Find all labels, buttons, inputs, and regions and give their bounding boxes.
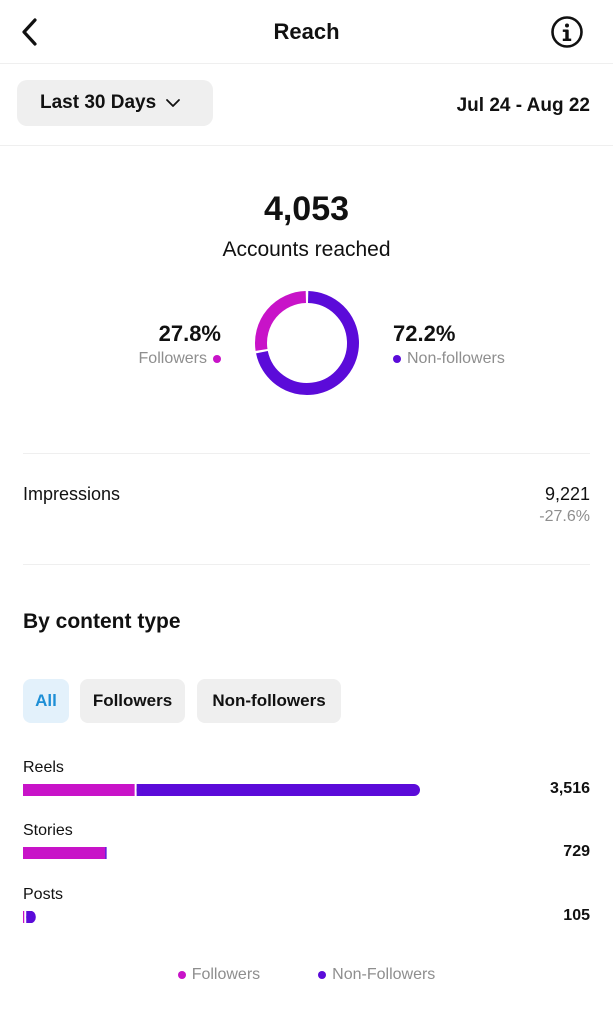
info-icon bbox=[551, 16, 583, 48]
info-button[interactable] bbox=[550, 15, 584, 49]
content-bar-posts bbox=[23, 911, 36, 923]
followers-dot bbox=[177, 971, 186, 979]
content-row-value-reels: 3,516 bbox=[549, 780, 590, 797]
non-followers-percent: 72.2% bbox=[393, 321, 456, 346]
content-row-label-posts: Posts bbox=[23, 886, 64, 903]
bar-segment-non-followers-edge bbox=[136, 784, 143, 796]
bar-segment-non-followers bbox=[105, 847, 107, 859]
content-row-label-reels: Reels bbox=[23, 759, 64, 776]
divider bbox=[23, 564, 590, 565]
non-followers-dot bbox=[318, 971, 327, 979]
bar-segment-followers bbox=[23, 784, 135, 796]
impressions-label: Impressions bbox=[23, 484, 121, 504]
non-followers-legend: Non-followers bbox=[393, 350, 505, 368]
impressions-value: 9,221 bbox=[544, 484, 590, 504]
date-range-dropdown[interactable]: Last 30 Days bbox=[17, 80, 213, 126]
date-range-dates: Jul 24 - Aug 22 bbox=[456, 95, 590, 116]
chevron-down-icon bbox=[165, 98, 181, 108]
impressions-change: -27.6% bbox=[539, 508, 590, 525]
reach-donut-chart bbox=[255, 291, 359, 395]
bar-segment-followers bbox=[23, 847, 106, 859]
accounts-reached-label: Accounts reached bbox=[222, 238, 391, 261]
section-title-content-type: By content type bbox=[23, 610, 181, 633]
non-followers-dot bbox=[393, 355, 401, 363]
date-range-label: Last 30 Days bbox=[40, 92, 157, 113]
bar-segment-followers bbox=[23, 911, 25, 923]
followers-legend-label: Followers bbox=[138, 350, 207, 367]
non-followers-stat: 72.2% Non-followers bbox=[393, 322, 505, 368]
accounts-reached-total: 4,053 bbox=[263, 190, 350, 228]
non-followers-legend-label: Non-followers bbox=[407, 350, 505, 367]
followers-legend: Followers bbox=[139, 350, 221, 368]
filter-chip-followers[interactable]: Followers bbox=[80, 679, 185, 723]
donut-segment-followers bbox=[255, 291, 307, 351]
legend-label-non-followers: Non-Followers bbox=[332, 966, 436, 983]
content-row-value-posts: 105 bbox=[563, 907, 590, 924]
top-bar: Reach bbox=[0, 0, 613, 64]
page-title: Reach bbox=[273, 19, 340, 44]
followers-percent: 27.8% bbox=[158, 321, 221, 346]
content-bar-reels bbox=[23, 784, 420, 796]
bar-segment-non-followers bbox=[136, 784, 420, 796]
legend-label-followers: Followers bbox=[191, 966, 261, 983]
legend-item-followers: Followers bbox=[177, 966, 261, 984]
filter-chip-non-followers[interactable]: Non-followers bbox=[197, 679, 341, 723]
content-row-value-stories: 729 bbox=[563, 843, 590, 860]
bar-segment-non-followers-edge bbox=[26, 911, 33, 923]
chart-legend: Followers Non-Followers bbox=[0, 966, 613, 984]
followers-dot bbox=[213, 355, 221, 363]
legend-item-non-followers: Non-Followers bbox=[318, 966, 435, 984]
content-bar-stories bbox=[23, 847, 107, 859]
divider bbox=[23, 453, 590, 454]
followers-stat: 27.8% Followers bbox=[139, 322, 221, 368]
filter-chip-all[interactable]: All bbox=[23, 679, 69, 723]
date-range-row: Last 30 Days Jul 24 - Aug 22 bbox=[0, 64, 613, 146]
content-row-label-stories: Stories bbox=[23, 822, 73, 839]
